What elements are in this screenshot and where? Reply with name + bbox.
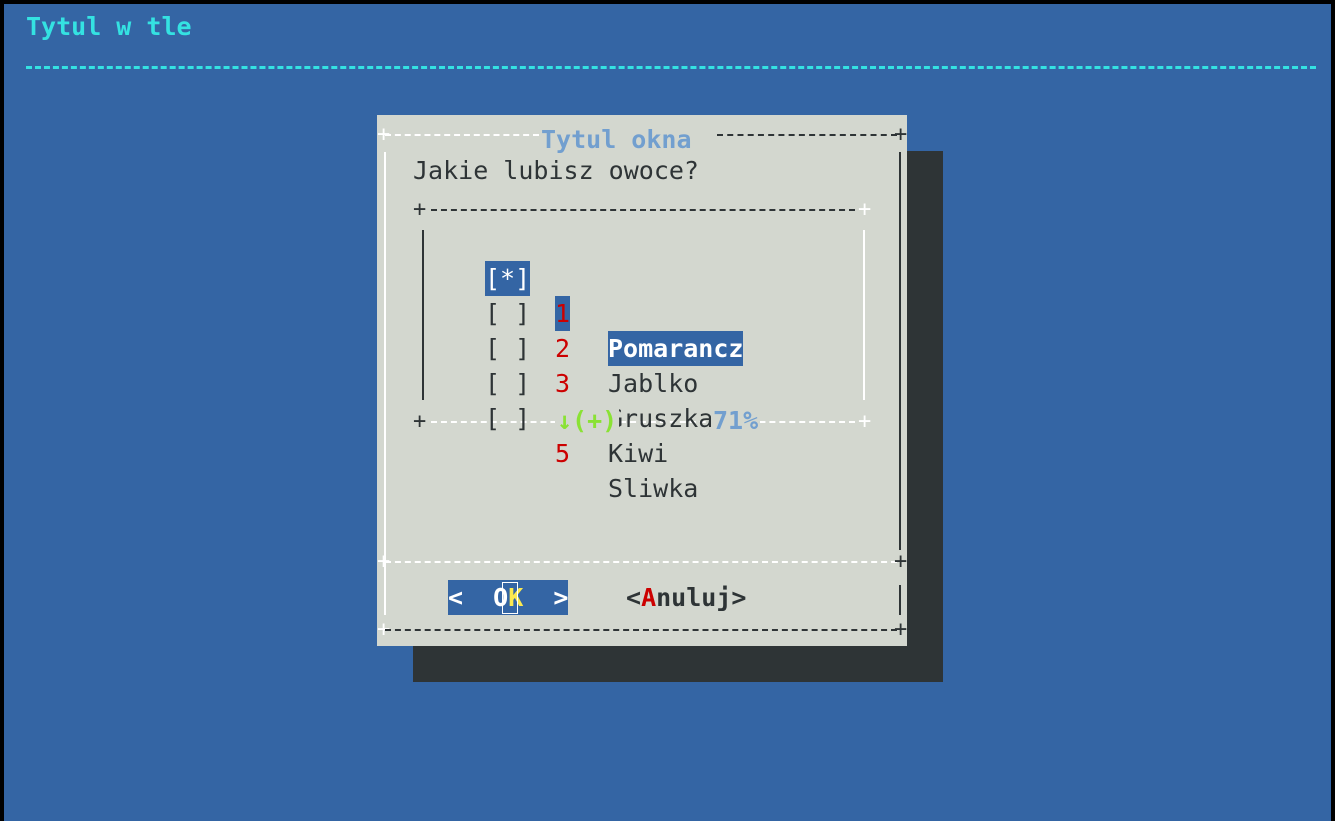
dialog-corner-top-left: + — [377, 122, 391, 147]
list-corner-bottom-right: + — [858, 409, 872, 434]
cancel-bracket-left: < — [626, 583, 642, 612]
terminal-screen: Tytul w tle + + Tytul okna Jakie lubisz … — [4, 4, 1331, 821]
item-label: Kiwi — [608, 439, 669, 468]
cancel-hotkey: A — [641, 583, 657, 612]
scroll-down-indicator: ↓(+) — [555, 403, 620, 438]
dialog-bottom-border — [385, 629, 897, 631]
list-item[interactable]: [ ] 4 Kiwi — [377, 331, 907, 468]
backtitle: Tytul w tle — [26, 12, 192, 41]
cancel-label-rest: nuluj> — [656, 583, 747, 612]
dialog-title: Tytul okna — [539, 122, 694, 157]
checklist-dialog: + + Tytul okna Jakie lubisz owoce? + + +… — [377, 115, 907, 646]
dialog-top-border-left — [385, 134, 539, 136]
button-row-right-border — [899, 585, 901, 615]
list-item[interactable]: [ ] 5 Sliwka — [377, 366, 907, 503]
list-item[interactable]: [ ] 3 Gruszka — [377, 296, 907, 433]
ok-bracket-left: < — [448, 583, 464, 612]
dialog-corner-bottom-right: + — [894, 617, 907, 642]
item-label: Sliwka — [608, 474, 699, 503]
separator-corner-left: + — [377, 549, 391, 574]
list-corner-top-right: + — [858, 197, 872, 222]
text-cursor — [502, 582, 518, 614]
list-top-border — [431, 209, 855, 211]
dialog-corner-top-right: + — [894, 122, 907, 147]
dialog-question: Jakie lubisz owoce? — [413, 156, 699, 185]
item-label: Gruszka — [608, 404, 714, 433]
scroll-percent: 71% — [711, 403, 761, 438]
list-corner-top-left: + — [413, 197, 427, 222]
separator-corner-right: + — [894, 549, 907, 574]
list-item[interactable]: [ ] 2 Jablko — [377, 261, 907, 398]
checkbox-mark[interactable]: [ ] — [485, 401, 530, 436]
cancel-button[interactable]: <Anuluj> — [626, 580, 746, 615]
item-tag: 5 — [555, 439, 571, 468]
button-row-left-border — [384, 585, 386, 615]
ok-bracket-right: > — [553, 583, 569, 612]
list-item[interactable]: [*] 1 Pomarancz — [377, 226, 907, 366]
dialog-top-border-right — [717, 134, 897, 136]
backtitle-underline — [26, 66, 1316, 69]
button-separator — [385, 561, 897, 563]
